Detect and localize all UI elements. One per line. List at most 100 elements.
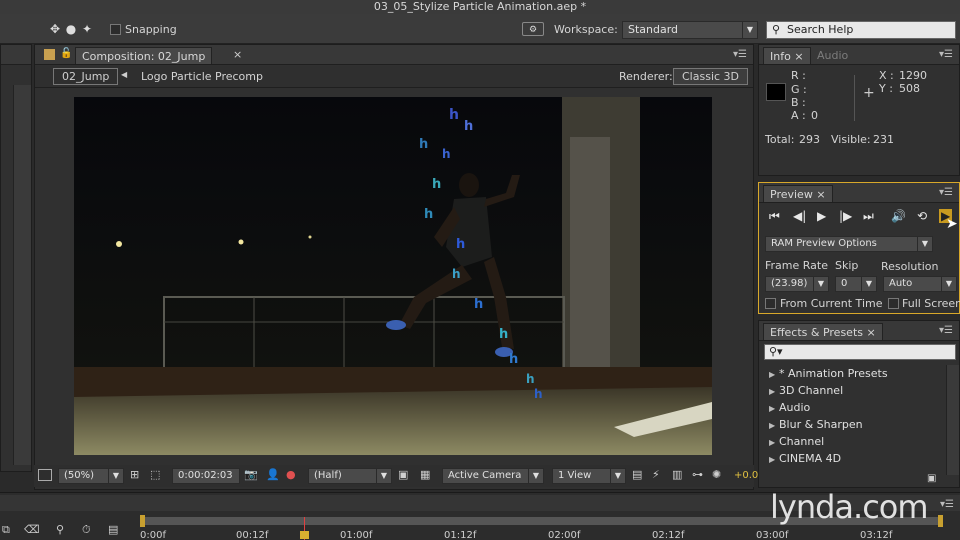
breadcrumb-current-label: 02_Jump	[62, 70, 110, 83]
r-label: R :	[791, 69, 806, 82]
timecode-field[interactable]: 0:00:02:03	[172, 468, 240, 484]
new-folder-icon[interactable]: ▣	[927, 473, 936, 484]
ram-preview-options-select[interactable]: RAM Preview Options ▼	[765, 236, 933, 252]
list-item-label: * Animation Presets	[779, 367, 888, 380]
tab-effects-presets[interactable]: Effects & Presets ×	[763, 323, 883, 340]
playhead-handle[interactable]	[300, 531, 309, 539]
fast-previews-icon[interactable]: ⚡	[652, 468, 660, 481]
list-item[interactable]: ▶ CINEMA 4D	[769, 450, 841, 467]
tab-composition-label: Composition: 02_Jump	[82, 50, 206, 63]
frame-rate-select[interactable]: (23.98) ▼	[765, 276, 829, 292]
panel-menu-icon[interactable]: ▾☰	[939, 325, 953, 336]
transparency-grid-icon[interactable]: ▦	[420, 468, 430, 481]
full-screen-checkbox[interactable]	[888, 298, 899, 309]
first-frame-icon[interactable]: ⏮	[769, 209, 780, 224]
effects-scrollbar[interactable]	[946, 365, 959, 475]
panel-menu-icon[interactable]: ▾☰	[939, 187, 953, 198]
skip-select[interactable]: 0 ▼	[835, 276, 877, 292]
ram-preview-options-label: RAM Preview Options	[771, 238, 877, 249]
camera-snapshot-icon[interactable]: 📷	[244, 468, 258, 481]
lock-icon[interactable]: 🔓	[60, 48, 72, 59]
timecode-value: 0:00:02:03	[178, 470, 233, 481]
play-icon[interactable]: ▶	[817, 209, 826, 223]
zoom-value: (50%)	[64, 470, 95, 481]
close-icon[interactable]: ×	[816, 188, 825, 201]
effects-search-input[interactable]: ⚲▾	[764, 344, 956, 360]
search-help-input[interactable]: ⚲ Search Help	[766, 21, 956, 39]
work-area-start-handle[interactable]	[140, 515, 145, 527]
previous-frame-icon[interactable]: ◀|	[793, 209, 806, 223]
preview-tabbar: Preview × ▾☰	[759, 183, 959, 203]
list-item[interactable]: ▶ 3D Channel	[769, 382, 843, 399]
list-item[interactable]: ▶ Audio	[769, 399, 810, 416]
grid-icon[interactable]: ⊞	[130, 468, 139, 481]
close-icon[interactable]: ×	[794, 50, 803, 63]
composition-viewer[interactable]: h h h h h h h h h h h h h	[74, 97, 712, 455]
camera-select[interactable]: Active Camera ▼	[442, 468, 544, 484]
flowchart-icon[interactable]: ⊶	[692, 468, 703, 481]
exposure-icon[interactable]: ✺	[712, 468, 721, 481]
hand-tool-icon[interactable]: ✥	[48, 22, 62, 36]
work-area-end-handle[interactable]	[938, 515, 943, 527]
lynda-watermark: lynda.com	[770, 488, 929, 526]
views-value: 1 View	[558, 470, 592, 481]
search-icon[interactable]: ⚲	[56, 523, 64, 536]
circle-tool-icon[interactable]: ●	[64, 22, 78, 36]
close-icon[interactable]: ×	[867, 326, 876, 339]
list-item-label: CINEMA 4D	[779, 452, 842, 465]
list-item[interactable]: ▶ Channel	[769, 433, 824, 450]
snapping-checkbox[interactable]	[110, 24, 121, 35]
resolution-select[interactable]: (Half) ▼	[308, 468, 392, 484]
x-value: 1290	[899, 69, 927, 82]
show-snapshot-icon[interactable]: 👤	[266, 468, 280, 481]
workspace-icon[interactable]: ⚙	[522, 22, 544, 36]
zoom-select[interactable]: (50%) ▼	[58, 468, 124, 484]
close-icon[interactable]: ×	[233, 48, 242, 61]
window-title: 03_05_Stylize Particle Animation.aep *	[0, 0, 960, 14]
timeline-icon[interactable]: ▥	[672, 468, 682, 481]
resolution-select[interactable]: Auto ▼	[883, 276, 957, 292]
loop-icon[interactable]: ⟲	[917, 209, 927, 223]
chevron-down-icon: ▼	[941, 277, 956, 291]
next-frame-icon[interactable]: |▶	[839, 209, 852, 223]
tab-audio[interactable]: Audio	[811, 47, 854, 64]
total-label: Total:	[765, 133, 795, 146]
view-layout-select[interactable]: 1 View ▼	[552, 468, 626, 484]
list-item[interactable]: ▶ Blur & Sharpen	[769, 416, 863, 433]
region-of-interest-icon[interactable]: ▣	[398, 468, 408, 481]
channel-icon[interactable]: ●	[286, 468, 296, 481]
workspace-select[interactable]: Standard ▼	[622, 21, 758, 39]
eraser-icon[interactable]: ⌫	[24, 523, 40, 536]
effects-list: ▶ * Animation Presets ▶ 3D Channel ▶ Audio …	[759, 365, 945, 487]
pin-tool-icon[interactable]: ✦	[80, 22, 94, 36]
breadcrumb-current[interactable]: 02_Jump	[53, 68, 119, 85]
audio-icon[interactable]: 🔊	[891, 209, 906, 223]
chevron-down-icon: ▼	[742, 22, 757, 38]
from-current-time-checkbox[interactable]	[765, 298, 776, 309]
info-panel: Info × Audio ▾☰ R : G : B : A : 0 + X : …	[758, 44, 960, 176]
tab-composition[interactable]: Composition: 02_Jump	[75, 47, 213, 64]
triangle-right-icon: ▶	[769, 404, 776, 413]
list-item-label: Channel	[779, 435, 825, 448]
mouse-cursor-icon: ➤	[946, 216, 958, 232]
project-scrollbar[interactable]	[13, 85, 31, 465]
list-item[interactable]: ▶ * Animation Presets	[769, 365, 888, 382]
layer-switch-icon[interactable]: ⧉	[2, 523, 10, 537]
renderer-button[interactable]: Classic 3D	[673, 68, 749, 85]
toggle-pixel-aspect-icon[interactable]: ▤	[632, 468, 642, 481]
graph-editor-icon[interactable]: ▤	[108, 523, 118, 536]
panel-menu-icon[interactable]: ▾☰	[939, 49, 953, 60]
always-preview-icon[interactable]	[38, 469, 52, 481]
effects-tabbar: Effects & Presets × ▾☰	[759, 321, 959, 341]
breadcrumb-parent[interactable]: Logo Particle Precomp	[141, 70, 263, 83]
stopwatch-icon[interactable]: ⏱	[82, 523, 91, 537]
tab-preview[interactable]: Preview ×	[763, 185, 833, 202]
total-value: 293	[799, 133, 820, 146]
mask-icon[interactable]: ⬚	[150, 468, 160, 481]
tab-info[interactable]: Info ×	[763, 47, 811, 64]
panel-menu-icon[interactable]: ▾☰	[733, 49, 747, 60]
exposure-value[interactable]: +0.0	[734, 470, 758, 481]
last-frame-icon[interactable]: ⏭	[863, 209, 874, 224]
y-value: 508	[899, 82, 920, 95]
panel-menu-icon[interactable]: ▾☰	[940, 499, 954, 510]
